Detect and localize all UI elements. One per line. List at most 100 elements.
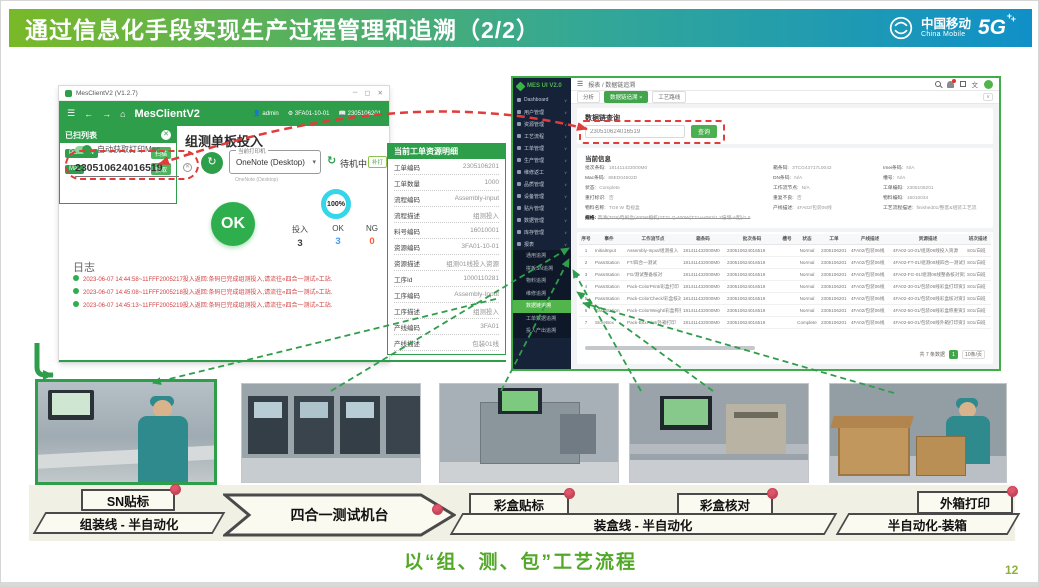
sidebar-menu: Dashboard∨用户管理∨资源管理∨工艺流程∨工单管理∨生产管理∨维修返工∨… [513, 94, 571, 250]
info-value: N/A [905, 166, 914, 171]
table-row[interactable]: 3PassStationFG/测试整备核对181411432000M023051… [579, 269, 991, 281]
sidebar-subitem[interactable]: 投入产出追溯 [513, 325, 571, 338]
chevron-down-icon: ∨ [564, 194, 567, 199]
tab-process-route[interactable]: 工艺路线 [652, 91, 686, 103]
fullscreen-icon[interactable] [960, 81, 966, 87]
horizontal-scrollbar[interactable] [585, 346, 755, 350]
workorder-badge[interactable]: 📖 2305106201 [338, 110, 381, 117]
back-icon[interactable]: ← [84, 109, 93, 119]
column-header: 状态 [795, 234, 819, 244]
table-row[interactable]: 5PassStationPack-ColorCheck/彩盒核对18141143… [579, 293, 991, 305]
table-row[interactable]: 2PassStationFT/四合一测试181411432000M0230510… [579, 257, 991, 269]
table-cell: 4FA02-FG-01/组测06线整备核对资源 [891, 269, 965, 280]
resource-field-row: 工序编码Assembly-Input [394, 287, 499, 303]
sidebar-item[interactable]: 工单管理∨ [513, 142, 571, 154]
menu-item-label: Dashboard [524, 97, 561, 103]
brand-text: 中国移动 China Mobile [921, 18, 971, 38]
step-colorbox-check: 彩盒核对 [677, 493, 773, 515]
mesclient-toolbar: ☰ ← → ⌂ MesClientV2 👤 admin ⚙ 3FA01-10-0… [59, 101, 389, 126]
table-row[interactable]: 7StoreBoxPack-BoxPrint/外箱打印181411432000M… [579, 317, 991, 329]
tab-options-icon[interactable]: ∨ [983, 93, 993, 101]
info-field: 批次条码: 181411432000M0 [585, 164, 769, 174]
sidebar-item[interactable]: 库存管理∨ [513, 226, 571, 238]
mesclient-window: MesClientV2 (V1.2.7) ─ ▢ ✕ ☰ ← → ⌂ MesCl… [59, 86, 389, 362]
field-label: 料号编码 [394, 226, 420, 236]
printer-caption: OneNote (Desktop) [235, 177, 278, 183]
table-row[interactable]: 6PassStationPack-ColorWeight/彩盒称重1814114… [579, 305, 991, 317]
info-label: 槽号: [883, 176, 894, 181]
sidebar-item[interactable]: 资源管理∨ [513, 118, 571, 130]
forward-icon[interactable]: → [102, 109, 111, 119]
info-label: 物料名称: [585, 206, 606, 211]
sidebar-subitem[interactable]: 物料追溯 [513, 275, 571, 288]
table-header-row: 序号事件工作流节点箱条码批次条码槽号状态工单产线描述资源描述班次描述 [579, 234, 991, 245]
table-cell: 7 [579, 317, 593, 328]
home-icon[interactable]: ⌂ [120, 109, 125, 119]
info-label: 重打标识: [585, 196, 606, 201]
green-corner-arrow [37, 343, 53, 375]
photo-shape [502, 391, 538, 411]
per-page-select[interactable]: 10条/页 [962, 350, 985, 359]
tab-analysis[interactable]: 分析 [577, 91, 600, 103]
sidebar-item[interactable]: 工艺流程∨ [513, 130, 571, 142]
bottom-strip [1, 582, 1039, 587]
resource-badge[interactable]: ⚙ 3FA01-10-01 [288, 110, 330, 117]
sidebar-item[interactable]: 贴片管理∨ [513, 202, 571, 214]
tab-data-chain-trace[interactable]: 数据链追溯 × [604, 91, 648, 103]
printer-select[interactable]: 当前打印机 OneNote (Desktop) ▾ [229, 150, 321, 174]
sidebar-subitem[interactable]: 拼板SN追溯 [513, 263, 571, 276]
sidebar-subitem[interactable]: 通用追溯 [513, 250, 571, 263]
sidebar-submenu: 通用追溯拼板SN追溯物料追溯维修追溯数据链追溯工单数据追溯投入产出追溯 [513, 250, 571, 338]
sidebar-subitem[interactable]: 维修追溯 [513, 288, 571, 301]
search-icon[interactable] [935, 81, 941, 87]
maximize-button[interactable]: ▢ [364, 89, 370, 97]
slide-header: 通过信息化手段实现生产过程管理和追溯（2/2） 中国移动 China Mobil… [9, 9, 1032, 47]
sidebar-item[interactable]: 报表∨ [513, 238, 571, 250]
sidebar-item[interactable]: 用户管理∨ [513, 106, 571, 118]
sidebar-subitem[interactable]: 数据链追溯 [513, 300, 571, 313]
log-dot-icon [73, 288, 79, 294]
table-cell: 4FA02/包装06线 [849, 305, 891, 316]
brand-logos: 中国移动 China Mobile 5G++ [888, 15, 1016, 41]
sidebar-item[interactable]: 设备管理∨ [513, 190, 571, 202]
field-value: Assembly-Input [454, 291, 499, 298]
table-row[interactable]: 4PassStationPack-ColorPrint/彩盒打印18141143… [579, 281, 991, 293]
mes-app-name: MES UI V2.0 [527, 83, 562, 89]
info-value: 否 [796, 196, 802, 201]
sidebar-item[interactable]: 生产管理∨ [513, 154, 571, 166]
notification-bell-icon[interactable] [947, 81, 954, 88]
sidebar-subitem[interactable]: 工单数据追溯 [513, 313, 571, 326]
info-field: 物料名称: TG9 W 电视盒 [585, 204, 769, 214]
menu-icon[interactable]: ☰ [67, 108, 75, 119]
minimize-button[interactable]: ─ [353, 89, 358, 97]
user-badge[interactable]: 👤 admin [253, 110, 278, 117]
language-icon[interactable]: 文 [972, 79, 979, 89]
sidebar-item[interactable]: Dashboard∨ [513, 94, 571, 106]
table-row[interactable]: 1InitialInputAssembly-Input/组测投入18141143… [579, 245, 991, 257]
close-button[interactable]: ✕ [378, 89, 383, 97]
sidebar-item[interactable]: 维修返工∨ [513, 166, 571, 178]
sidebar-item[interactable]: 品质管理∨ [513, 178, 571, 190]
table-cell: 2305106201 [819, 245, 849, 256]
refresh-button[interactable]: ↻ [201, 152, 223, 174]
step-colorbox-label: 彩盒贴标 [469, 493, 569, 515]
photo-shape [916, 436, 966, 476]
close-tab-icon[interactable]: × [639, 95, 642, 101]
table-cell: StoreBox [593, 317, 625, 328]
table-cell: PassStation [593, 257, 625, 268]
reprint-button[interactable]: 补打 [368, 156, 387, 168]
sidebar-item[interactable]: 数据管理∨ [513, 214, 571, 226]
field-value: 16010001 [470, 227, 499, 234]
table-cell: Normal [795, 293, 819, 304]
table-cell: 4FA02/包装06线 [849, 245, 891, 256]
table-cell: Complete [795, 317, 819, 328]
info-field: 产线描述: 4FA02/包装06线 [773, 204, 879, 214]
page-button[interactable]: 1 [949, 350, 958, 359]
table-cell: S01/白班 [965, 281, 991, 292]
standby-status: 待机中 [340, 157, 367, 170]
avatar[interactable] [984, 80, 993, 89]
info-value: 4FA02/包装06线 [796, 206, 832, 211]
collapse-menu-icon[interactable]: ☰ [577, 80, 583, 88]
table-cell: 181411432000M0 [681, 257, 725, 268]
photo-shape [300, 402, 328, 418]
